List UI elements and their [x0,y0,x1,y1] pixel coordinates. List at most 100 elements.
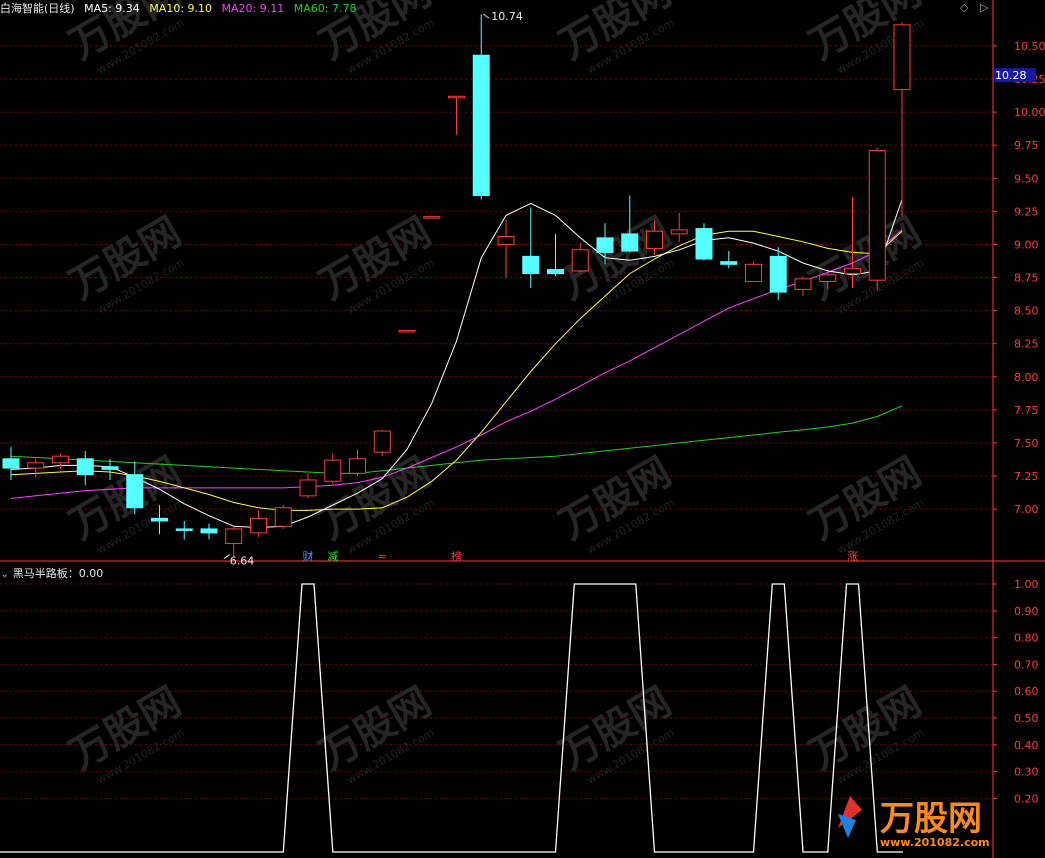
candle [472,14,490,200]
candle-body [596,237,614,253]
event-marker: 财 [303,549,314,563]
indicator-header: ⌄ 黑马半路板：0.00 [0,565,104,580]
candle-body [819,274,837,283]
y-tick-label: 8.50 [1014,305,1039,318]
candle-body [324,459,342,482]
chart-header: 白海智能(日线) MA5: 9.34 MA10: 9.10 MA20: 9.11… [0,0,362,15]
candle-body [126,474,144,509]
candle-body [868,150,886,281]
candle-body [373,430,391,453]
candle-body [423,216,441,219]
candle [868,147,886,291]
indicator-label: 黑马半路板：0.00 [12,567,104,580]
y-tick-label: 0.30 [1014,766,1039,779]
candle [76,450,94,486]
candle-body [472,54,490,197]
candle [2,446,20,480]
y-tick-label: 1.00 [1014,578,1039,591]
logo-url: www.201082.com [880,836,990,849]
candle-body [299,479,317,497]
y-tick-label: 9.75 [1014,139,1039,152]
y-tick-label: 7.00 [1014,503,1039,516]
current-price-label: 10.28 [995,69,1027,82]
candle-body [670,229,688,235]
candle-body [769,255,787,293]
diamond-icon: ◇ [960,1,969,14]
candle-body [225,528,243,544]
candle-body [745,263,762,283]
candle [794,276,812,297]
candle-body [250,517,267,534]
y-tick-label: 0.70 [1014,658,1039,671]
y-tick-label: 8.75 [1014,272,1039,285]
candle [769,247,787,301]
price-axis: 10.5010.2510.009.759.509.259.008.758.508… [960,1,1045,805]
candle-body [621,233,639,252]
candle [720,251,738,269]
candle-body [175,528,193,531]
candle [299,473,317,499]
watermarks: 万股网www.201082.com 万股网www.201082.com 万股网www… [62,0,929,787]
candle [52,453,69,470]
candle [448,95,465,135]
y-tick-label: 0.40 [1014,739,1039,752]
candle-body [720,261,738,265]
candle [497,219,515,278]
ma20-label: MA20: 9.11 [221,2,285,15]
candle-body [27,462,45,469]
y-tick-label: 8.00 [1014,371,1039,384]
candle [27,458,45,478]
low-label: 6.64 [230,555,255,568]
candle-body [274,507,292,527]
event-marker: 减 [327,550,338,563]
candle-body [497,236,515,245]
candle-body [52,455,69,464]
candle [547,233,564,277]
candle-body [76,458,94,476]
candle-body [151,517,168,522]
candle [423,216,441,219]
logo-arrow-icon [838,814,856,838]
y-tick-label: 10.00 [1014,106,1045,119]
y-tick-label: 0.20 [1014,792,1039,805]
candle [893,22,911,217]
event-marker: ≈ [378,550,387,563]
stock-chart[interactable]: 万股网www.201082.com 万股网www.201082.com 万股网www… [0,0,1045,858]
y-tick-label: 10.50 [1014,40,1045,53]
high-pointer [482,13,490,19]
y-tick-label: 9.50 [1014,172,1039,185]
y-tick-label: 9.00 [1014,238,1039,251]
chevron-right-icon: ▷ [980,1,989,14]
high-label: 10.74 [491,10,523,23]
brand-logo: 万股网www.201082.com [838,796,990,849]
candle [324,453,342,484]
candle-body [646,230,663,249]
ma5-label: MA5: 9.34 [84,2,140,15]
candle-body [547,269,564,275]
y-tick-label: 0.80 [1014,632,1039,645]
ma10-label: MA10: 9.10 [149,2,213,15]
candle-body [101,466,119,470]
y-tick-label: 8.25 [1014,338,1039,351]
y-tick-label: 9.25 [1014,205,1039,218]
y-tick-label: 7.25 [1014,470,1039,483]
candle-body [695,228,713,260]
candle-body [349,458,366,474]
logo-brand: 万股网 [880,799,982,839]
candle-body [448,95,465,99]
y-tick-label: 0.90 [1014,605,1039,618]
candle-body [2,458,20,469]
y-tick-label: 0.50 [1014,712,1039,725]
candle-body [571,249,589,272]
chevron-down-icon[interactable]: ⌄ [0,567,9,580]
candle [225,526,243,557]
candle [175,520,193,540]
ma60-line [10,405,903,474]
candle [745,261,762,283]
y-tick-label: 7.50 [1014,437,1039,450]
candle [274,505,292,529]
candle [398,329,416,333]
y-tick-label: 0.60 [1014,685,1039,698]
candle-body [893,24,911,91]
candle [250,510,267,537]
